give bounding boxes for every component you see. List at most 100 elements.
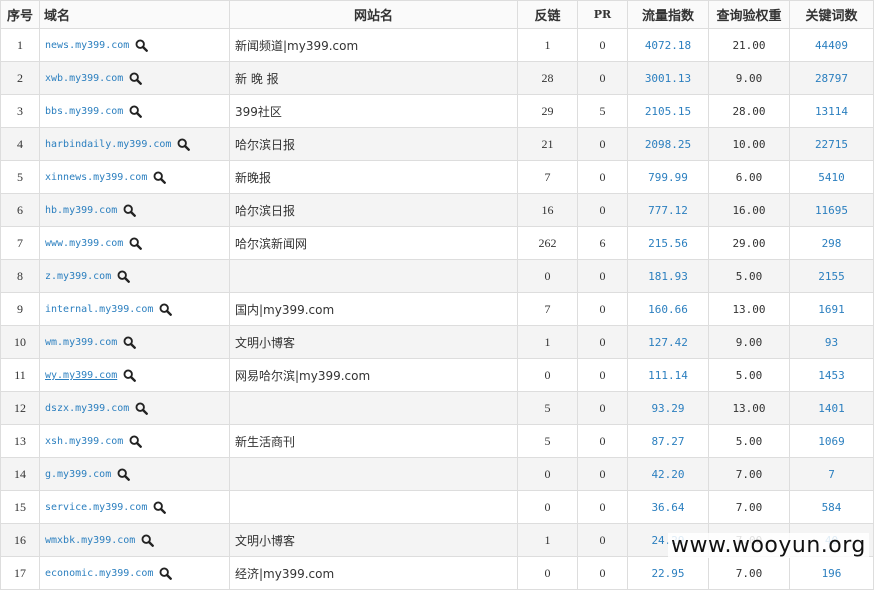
magnifier-icon[interactable] (123, 336, 137, 349)
table-row: 1 news.my399.com 新闻频道|my399.com 1 0 4072.18 21… (0, 28, 874, 62)
backlinks-value: 0 (517, 490, 578, 524)
traffic-link[interactable]: 127.42 (627, 325, 709, 359)
traffic-link[interactable]: 22.95 (627, 556, 709, 590)
header-domain[interactable]: 域名 (39, 0, 230, 29)
row-index: 13 (0, 424, 40, 458)
keywords-link[interactable]: 11695 (789, 193, 874, 227)
row-index: 8 (0, 259, 40, 293)
keywords-link[interactable]: 2155 (789, 259, 874, 293)
keywords-link[interactable]: 1069 (789, 424, 874, 458)
table-row: 12 dszx.my399.com 5 0 93.29 13.00 1401 (0, 391, 874, 425)
weight-value: 5.00 (708, 259, 790, 293)
header-site-name[interactable]: 网站名 (229, 0, 518, 29)
table-row: 5 xinnews.my399.com 新晚报 7 0 799.99 6.00 5410 (0, 160, 874, 194)
pr-value: 0 (577, 391, 628, 425)
domain-cell: harbindaily.my399.com (39, 127, 230, 161)
weight-value: 28.00 (708, 94, 790, 128)
keywords-link[interactable]: 13114 (789, 94, 874, 128)
traffic-link[interactable]: 215.56 (627, 226, 709, 260)
keywords-link[interactable]: 1691 (789, 292, 874, 326)
weight-value: 21.00 (708, 28, 790, 62)
magnifier-icon[interactable] (159, 303, 173, 316)
magnifier-icon[interactable] (129, 105, 143, 118)
header-backlinks[interactable]: 反链 (517, 0, 578, 29)
keywords-link[interactable]: 584 (789, 490, 874, 524)
keywords-link[interactable]: 1453 (789, 358, 874, 392)
traffic-link[interactable]: 111.14 (627, 358, 709, 392)
header-traffic[interactable]: 流量指数 (627, 0, 709, 29)
magnifier-icon[interactable] (123, 204, 137, 217)
keywords-link[interactable]: 22715 (789, 127, 874, 161)
row-index: 1 (0, 28, 40, 62)
magnifier-icon[interactable] (153, 171, 167, 184)
traffic-link[interactable]: 799.99 (627, 160, 709, 194)
magnifier-icon[interactable] (141, 534, 155, 547)
domain-link[interactable]: xwb.my399.com (45, 73, 123, 84)
domain-link[interactable]: xinnews.my399.com (45, 172, 147, 183)
domain-link[interactable]: economic.my399.com (45, 568, 153, 579)
pr-value: 0 (577, 61, 628, 95)
header-weight[interactable]: 查询验权重 (708, 0, 790, 29)
table-row: 10 wm.my399.com 文明小博客 1 0 127.42 9.00 93 (0, 325, 874, 359)
domain-link[interactable]: service.my399.com (45, 502, 147, 513)
magnifier-icon[interactable] (153, 501, 167, 514)
magnifier-icon[interactable] (123, 369, 137, 382)
traffic-link[interactable]: 87.27 (627, 424, 709, 458)
traffic-link[interactable]: 3001.13 (627, 61, 709, 95)
traffic-link[interactable]: 4072.18 (627, 28, 709, 62)
domain-link[interactable]: wm.my399.com (45, 337, 117, 348)
traffic-link[interactable]: 160.66 (627, 292, 709, 326)
domain-link[interactable]: z.my399.com (45, 271, 111, 282)
weight-value: 9.00 (708, 61, 790, 95)
weight-value: 7.00 (708, 490, 790, 524)
domain-link[interactable]: internal.my399.com (45, 304, 153, 315)
domain-cell: service.my399.com (39, 490, 230, 524)
keywords-link[interactable]: 5410 (789, 160, 874, 194)
traffic-link[interactable]: 36.64 (627, 490, 709, 524)
backlinks-value: 0 (517, 358, 578, 392)
magnifier-icon[interactable] (129, 435, 143, 448)
row-index: 9 (0, 292, 40, 326)
header-pr[interactable]: PR (577, 0, 628, 29)
keywords-link[interactable]: 44409 (789, 28, 874, 62)
magnifier-icon[interactable] (129, 72, 143, 85)
magnifier-icon[interactable] (135, 39, 149, 52)
domain-link[interactable]: wy.my399.com (45, 370, 117, 381)
keywords-link[interactable]: 28797 (789, 61, 874, 95)
keywords-link[interactable]: 196 (789, 556, 874, 590)
pr-value: 0 (577, 127, 628, 161)
domain-link[interactable]: g.my399.com (45, 469, 111, 480)
magnifier-icon[interactable] (177, 138, 191, 151)
magnifier-icon[interactable] (159, 567, 173, 580)
traffic-link[interactable]: 2105.15 (627, 94, 709, 128)
domain-link[interactable]: wmxbk.my399.com (45, 535, 135, 546)
site-name: 新生活商刊 (229, 424, 518, 458)
magnifier-icon[interactable] (129, 237, 143, 250)
traffic-link[interactable]: 181.93 (627, 259, 709, 293)
traffic-link[interactable]: 2098.25 (627, 127, 709, 161)
table-row: 6 hb.my399.com 哈尔滨日报 16 0 777.12 16.00 11695 (0, 193, 874, 227)
magnifier-icon[interactable] (117, 468, 131, 481)
table-row: 15 service.my399.com 0 0 36.64 7.00 584 (0, 490, 874, 524)
domain-link[interactable]: bbs.my399.com (45, 106, 123, 117)
domain-link[interactable]: harbindaily.my399.com (45, 139, 171, 150)
table-row: 7 www.my399.com 哈尔滨新闻网 262 6 215.56 29.00 298 (0, 226, 874, 260)
keywords-link[interactable]: 298 (789, 226, 874, 260)
keywords-link[interactable]: 7 (789, 457, 874, 491)
traffic-link[interactable]: 777.12 (627, 193, 709, 227)
domain-link[interactable]: www.my399.com (45, 238, 123, 249)
magnifier-icon[interactable] (135, 402, 149, 415)
keywords-link[interactable]: 1401 (789, 391, 874, 425)
traffic-link[interactable]: 93.29 (627, 391, 709, 425)
magnifier-icon[interactable] (117, 270, 131, 283)
keywords-link[interactable]: 93 (789, 325, 874, 359)
domain-link[interactable]: news.my399.com (45, 40, 129, 51)
domain-link[interactable]: dszx.my399.com (45, 403, 129, 414)
traffic-link[interactable]: 42.20 (627, 457, 709, 491)
domain-link[interactable]: xsh.my399.com (45, 436, 123, 447)
domain-link[interactable]: hb.my399.com (45, 205, 117, 216)
pr-value: 0 (577, 556, 628, 590)
site-name: 网易哈尔滨|my399.com (229, 358, 518, 392)
pr-value: 0 (577, 424, 628, 458)
header-keywords[interactable]: 关键词数 (789, 0, 874, 29)
